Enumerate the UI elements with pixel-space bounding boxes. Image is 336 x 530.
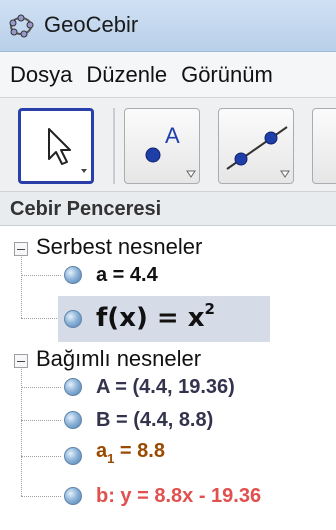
tree-connector xyxy=(21,387,61,388)
line-tool-button[interactable] xyxy=(218,108,294,184)
algebra-item-point-A[interactable]: A = (4.4, 19.36) xyxy=(96,376,235,399)
algebra-item-a[interactable]: a = 4.4 xyxy=(96,264,158,287)
point-tool-button[interactable]: A xyxy=(124,108,200,184)
point-icon: A xyxy=(145,123,196,178)
algebra-item-f[interactable]: f(x) = x2 xyxy=(96,300,215,333)
title-bar: GeoCebir xyxy=(0,0,336,52)
tree-connector xyxy=(21,456,61,457)
toolbar-separator xyxy=(113,108,115,184)
window-title: GeoCebir xyxy=(44,12,139,37)
visibility-toggle-icon[interactable] xyxy=(64,487,82,505)
collapse-icon[interactable] xyxy=(14,242,28,256)
menu-file[interactable]: Dosya xyxy=(10,62,72,88)
group-dependent-objects[interactable]: Bağımlı nesneler xyxy=(36,346,201,372)
algebra-item-line-b[interactable]: b: y = 8.8x - 19.36 xyxy=(96,485,261,508)
tree-connector xyxy=(21,275,61,276)
menu-view[interactable]: Görünüm xyxy=(181,62,273,88)
visibility-toggle-icon[interactable] xyxy=(64,378,82,396)
group-free-objects[interactable]: Serbest nesneler xyxy=(36,234,202,260)
algebra-item-point-B[interactable]: B = (4.4, 8.8) xyxy=(96,409,213,432)
next-tool-button[interactable] xyxy=(312,108,336,184)
toolbar: A xyxy=(0,98,336,192)
visibility-toggle-icon[interactable] xyxy=(64,411,82,429)
algebra-tree: Serbest nesneler a = 4.4 f(x) = x2 Bağım… xyxy=(0,226,336,530)
algebra-view-title: Cebir Penceresi xyxy=(0,192,336,226)
geogebra-app-icon xyxy=(9,14,34,38)
menu-bar: Dosya Düzenle Görünüm xyxy=(0,52,336,98)
line-through-points-icon xyxy=(226,126,290,178)
tree-connector xyxy=(21,496,61,497)
visibility-toggle-icon[interactable] xyxy=(64,310,82,328)
tree-connector xyxy=(21,318,61,319)
menu-edit[interactable]: Düzenle xyxy=(86,62,167,88)
arrow-cursor-icon xyxy=(48,128,87,173)
algebra-item-a1[interactable]: a1 = 8.8 xyxy=(96,440,165,466)
visibility-toggle-icon[interactable] xyxy=(64,447,82,465)
collapse-icon[interactable] xyxy=(14,354,28,368)
tree-connector xyxy=(21,369,22,496)
tree-connector xyxy=(21,257,22,318)
visibility-toggle-icon[interactable] xyxy=(64,266,82,284)
svg-text:A: A xyxy=(165,123,180,148)
tree-connector xyxy=(21,420,61,421)
move-tool-button[interactable] xyxy=(18,108,94,184)
